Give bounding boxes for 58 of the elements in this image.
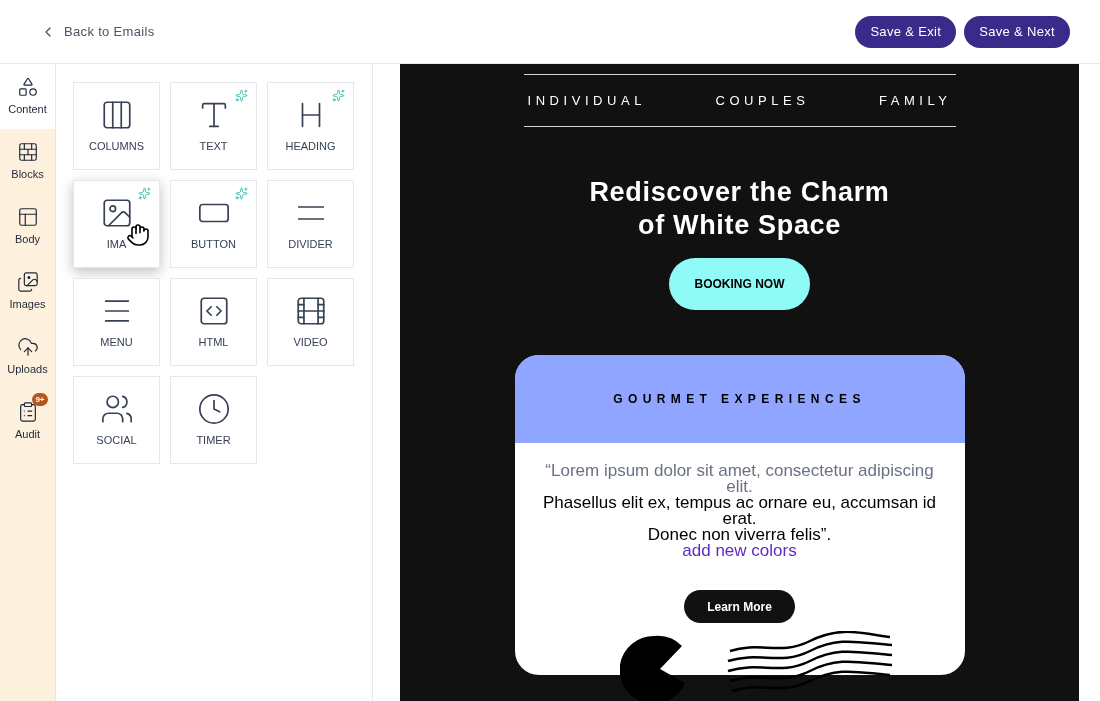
save-button[interactable]: Save & Next bbox=[964, 15, 1070, 48]
tile-label: SOCIAL bbox=[96, 432, 137, 448]
brick-wall-icon bbox=[16, 140, 39, 163]
tool-tile[interactable]: TEXT bbox=[170, 82, 257, 170]
tool-tile[interactable]: IMA bbox=[73, 180, 160, 268]
sidebar-tab[interactable]: Content bbox=[0, 64, 55, 129]
cloud-upload-icon bbox=[16, 335, 39, 358]
shapes-icon bbox=[16, 75, 39, 98]
color-link[interactable]: add new colors bbox=[682, 543, 797, 559]
card-title: GOURMET EXPERIENCES bbox=[613, 391, 866, 408]
sidebar-label: Content bbox=[8, 101, 47, 117]
tool-tile[interactable]: HTML bbox=[170, 278, 257, 366]
sidebar-label: Audit bbox=[14, 426, 41, 442]
tool-tile[interactable]: COLUMNS bbox=[73, 82, 160, 170]
count-badge: 9+ bbox=[32, 392, 48, 406]
nav-link[interactable]: FAMILY bbox=[878, 90, 952, 110]
clock-icon bbox=[196, 391, 231, 426]
images-icon bbox=[16, 270, 39, 293]
back-link[interactable]: Back to Emails bbox=[40, 21, 155, 42]
sidebar-tab[interactable]: Images bbox=[0, 259, 55, 324]
tool-tile[interactable]: HEADING bbox=[267, 82, 354, 170]
tool-tile[interactable]: DIVIDER bbox=[267, 180, 354, 268]
tile-label: COLUMNS bbox=[89, 138, 144, 154]
tool-tile[interactable]: VIDEO bbox=[267, 278, 354, 366]
sidebar-tab[interactable]: Body bbox=[0, 194, 55, 259]
tile-label: VIDEO bbox=[293, 334, 328, 350]
tile-label: TEXT bbox=[199, 138, 228, 154]
quote-text: “Lorem ipsum dolor sit amet, consectetur adipiscing elit. bbox=[544, 463, 935, 495]
save-button[interactable]: Save & Exit bbox=[855, 15, 957, 48]
sidebar-label: Body bbox=[14, 231, 41, 247]
headline: of White Space bbox=[638, 208, 841, 242]
nav-link[interactable]: COUPLES bbox=[715, 90, 810, 110]
tile-label: BUTTON bbox=[191, 236, 236, 252]
booking-button[interactable]: BOOKING NOW bbox=[669, 257, 810, 310]
layout-icon bbox=[16, 205, 39, 228]
tool-tile[interactable]: MENU bbox=[73, 278, 160, 366]
sidebar-label: Blocks bbox=[11, 166, 44, 182]
hand-cursor-icon bbox=[126, 223, 150, 247]
tile-label: DIVIDER bbox=[288, 236, 333, 252]
tile-label: MENU bbox=[100, 334, 133, 350]
tile-label: HEADING bbox=[285, 138, 336, 154]
tool-tile[interactable]: BUTTON bbox=[170, 180, 257, 268]
tool-tile[interactable]: SOCIAL bbox=[73, 376, 160, 464]
headline: Rediscover the Charm bbox=[589, 175, 890, 209]
sidebar-tab[interactable]: Blocks bbox=[0, 129, 55, 194]
tile-label: HTML bbox=[198, 334, 229, 350]
sidebar-label: Images bbox=[9, 296, 46, 312]
tile-label: TIMER bbox=[196, 432, 231, 448]
sidebar-tab[interactable]: Uploads bbox=[0, 324, 55, 389]
quote-text: Phasellus elit ex, tempus ac ornare eu, accumsan id erat. bbox=[541, 495, 938, 527]
learn-more-button[interactable]: Learn More bbox=[684, 590, 795, 623]
sidebar-label: Uploads bbox=[7, 361, 48, 377]
divider-icon bbox=[297, 205, 324, 220]
sidebar-tab[interactable]: 9+ Audit bbox=[0, 389, 55, 454]
tile-label: IMA bbox=[106, 236, 127, 252]
quote-text: Donec non viverra felis”. bbox=[647, 527, 832, 543]
nav-link[interactable]: INDIVIDUAL bbox=[527, 90, 646, 110]
tool-tile[interactable]: TIMER bbox=[170, 376, 257, 464]
